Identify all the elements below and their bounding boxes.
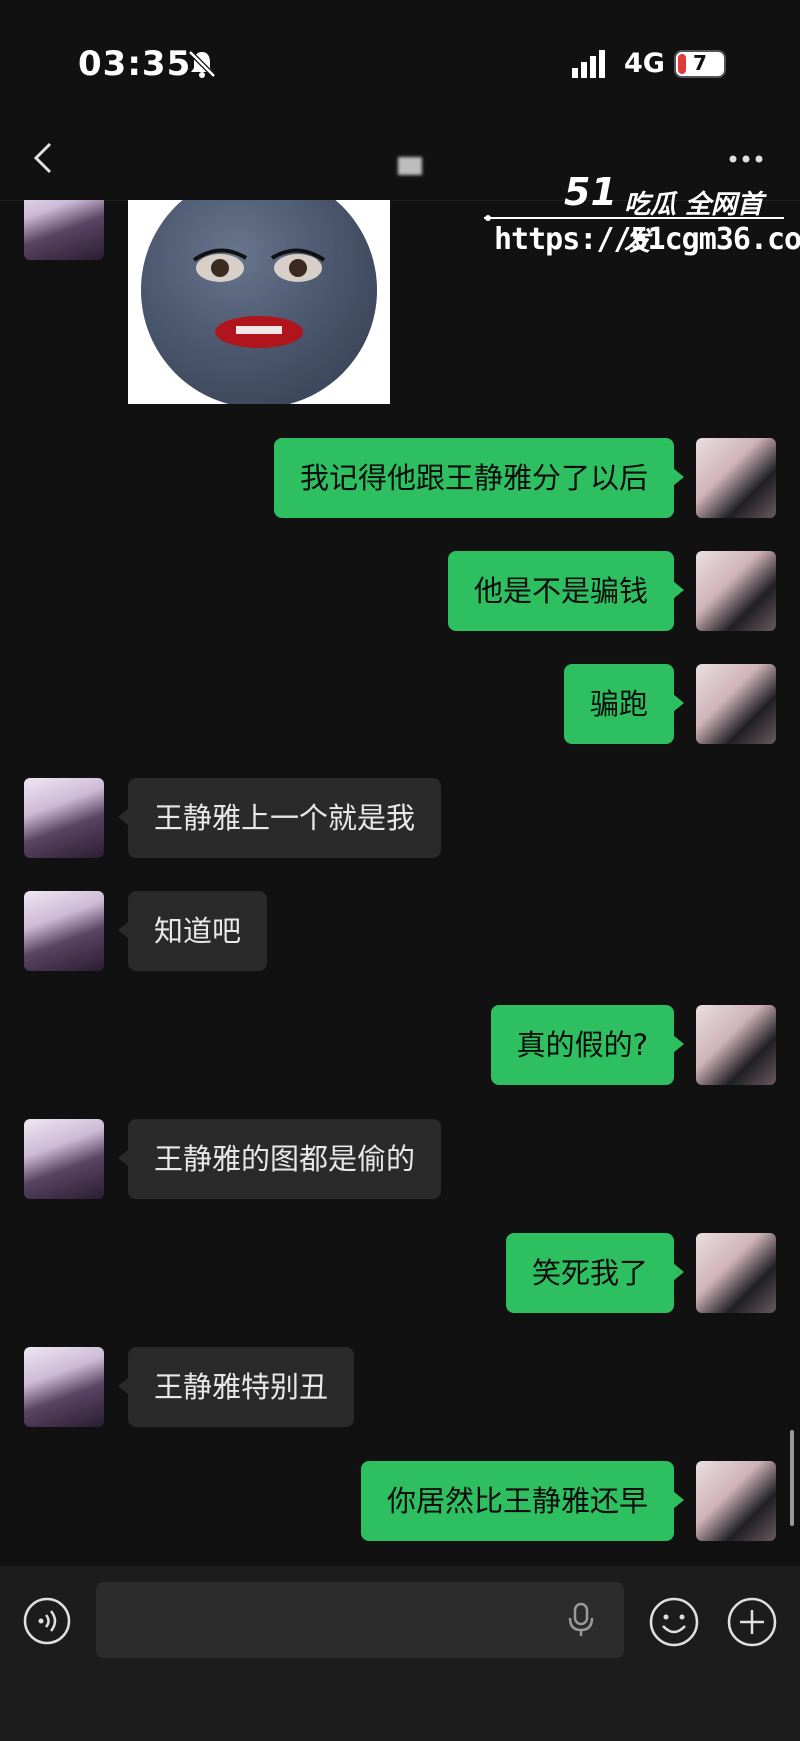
smiley-icon[interactable] [648, 1596, 700, 1648]
contact-avatar[interactable] [24, 1347, 104, 1427]
watermark-url: https://51cgm36.com [494, 222, 800, 257]
my-avatar[interactable] [696, 438, 776, 518]
contact-avatar[interactable] [24, 1119, 104, 1199]
contact-avatar[interactable] [24, 200, 104, 260]
contact-name: ■ [398, 157, 422, 175]
signal-icon [572, 50, 605, 78]
bell-muted-icon [188, 50, 216, 78]
contact-avatar[interactable] [24, 891, 104, 971]
message-bubble-received[interactable]: 王静雅上一个就是我 [117, 778, 442, 858]
input-bar [0, 1566, 800, 1741]
message-bubble-sent[interactable]: 他是不是骗钱 [447, 551, 685, 631]
message-bubble-received[interactable]: 知道吧 [117, 891, 268, 971]
chevron-left-icon[interactable] [30, 136, 56, 180]
message-bubble-sent[interactable]: 骗跑 [563, 664, 685, 744]
more-dots-icon[interactable] [728, 154, 764, 164]
message-bubble-sent[interactable]: 你居然比王静雅还早 [360, 1461, 685, 1541]
sticker-image[interactable] [128, 200, 390, 408]
scrollbar[interactable] [790, 1430, 794, 1526]
message-list[interactable]: 我记得他跟王静雅分了以后 他是不是骗钱 骗跑 王静雅上一个就是我 知道吧 真的假… [0, 200, 800, 1566]
message-bubble-sent[interactable]: 笑死我了 [505, 1233, 685, 1313]
network-type: 4G [624, 48, 665, 79]
battery-icon: 7 [674, 50, 726, 78]
battery-level: 7 [693, 51, 707, 75]
message-bubble-received[interactable]: 王静雅的图都是偷的 [117, 1119, 442, 1199]
status-time: 03:35 [78, 44, 192, 84]
moon-face-sticker [141, 200, 377, 408]
my-avatar[interactable] [696, 551, 776, 631]
status-bar: 03:35 4G 7 [0, 0, 800, 120]
message-bubble-received[interactable]: 王静雅特别丑 [117, 1347, 355, 1427]
message-bubble-sent[interactable]: 我记得他跟王静雅分了以后 [273, 438, 685, 518]
watermark-logo: 51 [564, 170, 617, 214]
my-avatar[interactable] [696, 1005, 776, 1085]
my-avatar[interactable] [696, 664, 776, 744]
plus-circle-icon[interactable] [726, 1596, 778, 1648]
contact-avatar[interactable] [24, 778, 104, 858]
my-avatar[interactable] [696, 1461, 776, 1541]
watermark: 51 吃瓜 全网首发 https://51cgm36.com [484, 170, 800, 270]
my-avatar[interactable] [696, 1233, 776, 1313]
voice-wave-icon[interactable] [22, 1596, 72, 1646]
microphone-icon[interactable] [566, 1602, 596, 1638]
message-input[interactable] [96, 1582, 624, 1658]
message-bubble-sent[interactable]: 真的假的? [490, 1005, 685, 1085]
